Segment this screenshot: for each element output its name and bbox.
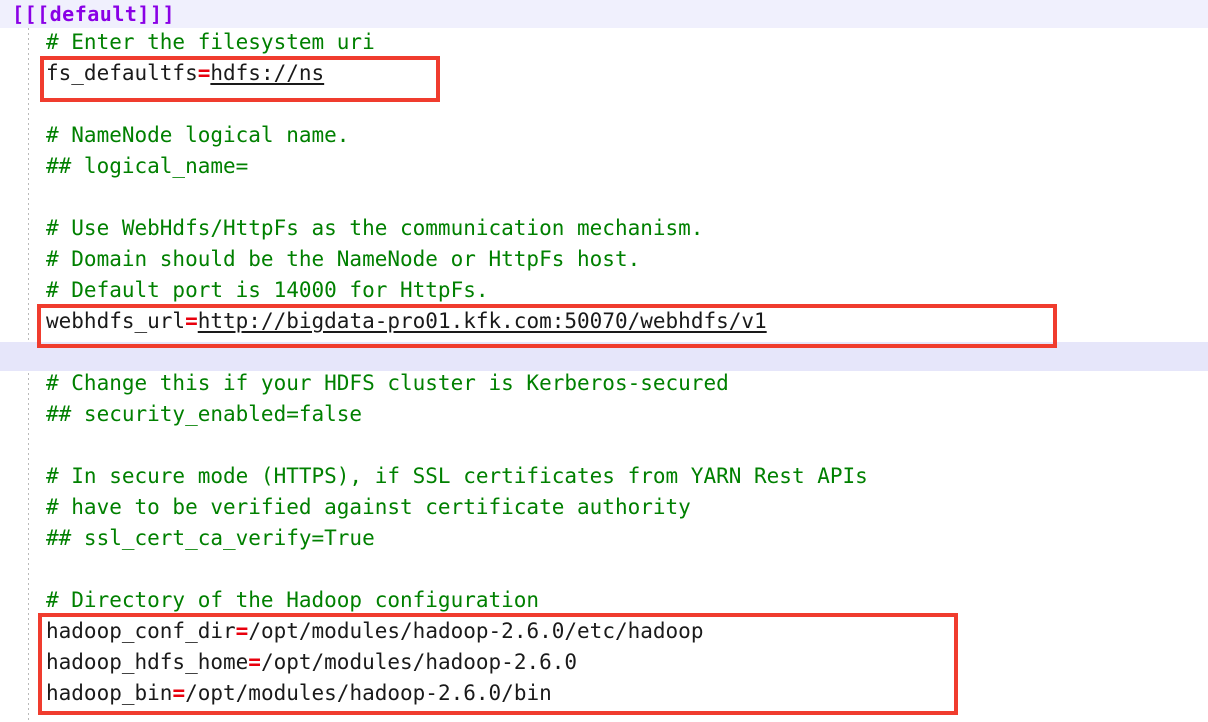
code-line-comment: # Use WebHdfs/HttpFs as the communicatio… bbox=[46, 216, 704, 240]
setting-value[interactable]: /opt/modules/hadoop-2.6.0/etc/hadoop bbox=[248, 619, 703, 643]
setting-key: fs_defaultfs bbox=[46, 61, 198, 85]
setting-key: hadoop_hdfs_home bbox=[46, 650, 249, 674]
config-file-editor: [[[default]]] # Enter the filesystem uri… bbox=[0, 0, 1208, 722]
indent-guide-line bbox=[28, 28, 29, 722]
section-header-default: [[[default]]] bbox=[12, 2, 176, 26]
setting-value[interactable]: http://bigdata-pro01.kfk.com:50070/webhd… bbox=[198, 309, 767, 333]
current-line-highlight bbox=[0, 342, 1208, 371]
setting-value[interactable]: /opt/modules/hadoop-2.6.0/bin bbox=[185, 681, 552, 705]
code-line-setting-hadoop-conf-dir[interactable]: hadoop_conf_dir=/opt/modules/hadoop-2.6.… bbox=[46, 616, 703, 647]
code-line-comment: # Directory of the Hadoop configuration bbox=[46, 588, 540, 612]
equals-sign: = bbox=[172, 681, 186, 705]
code-line-comment: # NameNode logical name. bbox=[46, 123, 350, 147]
setting-value[interactable]: /opt/modules/hadoop-2.6.0 bbox=[261, 650, 577, 674]
section-header-band bbox=[0, 0, 1208, 28]
code-line-setting-fs-defaultfs[interactable]: fs_defaultfs=hdfs://ns bbox=[46, 58, 324, 89]
setting-key: hadoop_bin bbox=[46, 681, 173, 705]
equals-sign: = bbox=[248, 650, 261, 674]
code-line-comment: # Change this if your HDFS cluster is Ke… bbox=[46, 371, 729, 395]
code-line-setting-webhdfs-url[interactable]: webhdfs_url=http://bigdata-pro01.kfk.com… bbox=[46, 306, 767, 337]
code-line-comment: # Domain should be the NameNode or HttpF… bbox=[46, 247, 641, 271]
code-line-comment: # Default port is 14000 for HttpFs. bbox=[46, 278, 489, 302]
equals-sign: = bbox=[235, 619, 249, 643]
setting-key: hadoop_conf_dir bbox=[46, 619, 236, 643]
code-line-comment: ## security_enabled=false bbox=[46, 402, 363, 426]
code-line-setting-hadoop-bin[interactable]: hadoop_bin=/opt/modules/hadoop-2.6.0/bin bbox=[46, 678, 552, 709]
code-line-comment: # In secure mode (HTTPS), if SSL certifi… bbox=[46, 464, 868, 488]
code-line-comment: ## ssl_cert_ca_verify=True bbox=[46, 526, 375, 550]
code-line-comment: # have to be verified against certificat… bbox=[46, 495, 691, 519]
setting-value[interactable]: hdfs://ns bbox=[210, 61, 324, 85]
equals-sign: = bbox=[185, 309, 198, 333]
equals-sign: = bbox=[197, 61, 211, 85]
code-line-comment: ## logical_name= bbox=[46, 154, 249, 178]
code-line-comment: # Enter the filesystem uri bbox=[46, 30, 375, 54]
setting-key: webhdfs_url bbox=[46, 309, 186, 333]
code-line-setting-hadoop-hdfs-home[interactable]: hadoop_hdfs_home=/opt/modules/hadoop-2.6… bbox=[46, 647, 577, 678]
